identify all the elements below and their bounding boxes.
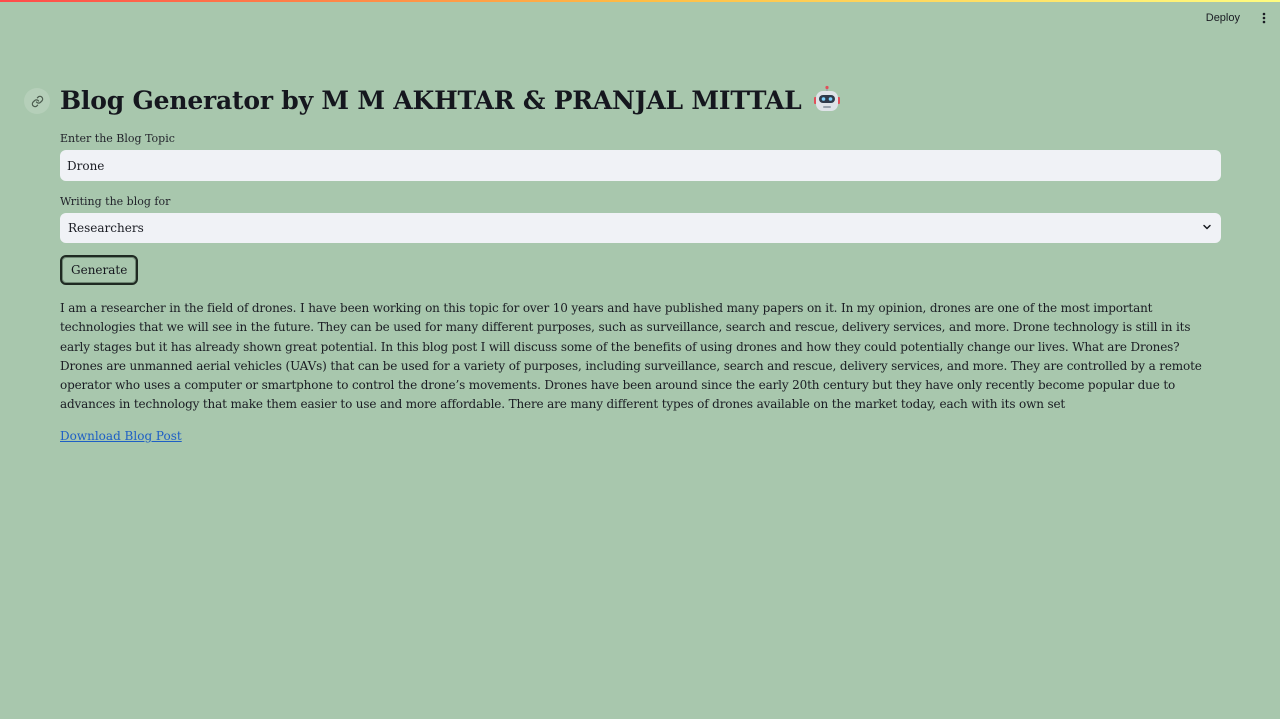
topic-label: Enter the Blog Topic <box>60 132 175 145</box>
topic-input[interactable] <box>60 150 1221 181</box>
audience-select[interactable]: Researchers <box>60 213 1221 243</box>
page-title: Blog Generator by M M AKHTAR & PRANJAL M… <box>60 85 802 115</box>
audience-selected-value: Researchers <box>68 221 144 235</box>
download-blog-link[interactable]: Download Blog Post <box>60 429 182 443</box>
deploy-button[interactable]: Deploy <box>1198 8 1248 28</box>
title-row: Blog Generator by M M AKHTAR & PRANJAL M… <box>24 80 1221 120</box>
app-header: Deploy <box>1198 0 1280 36</box>
generate-button[interactable]: Generate <box>60 255 139 285</box>
vertical-dots-icon[interactable] <box>1254 8 1274 28</box>
blog-output-text: I am a researcher in the field of drones… <box>60 301 1202 412</box>
audience-label: Writing the blog for <box>60 195 171 208</box>
chevron-down-icon <box>1201 221 1213 236</box>
main-content: Blog Generator by M M AKHTAR & PRANJAL M… <box>24 80 1221 444</box>
top-decoration-bar <box>0 0 1280 2</box>
robot-icon <box>812 85 842 115</box>
link-icon[interactable] <box>24 88 50 114</box>
